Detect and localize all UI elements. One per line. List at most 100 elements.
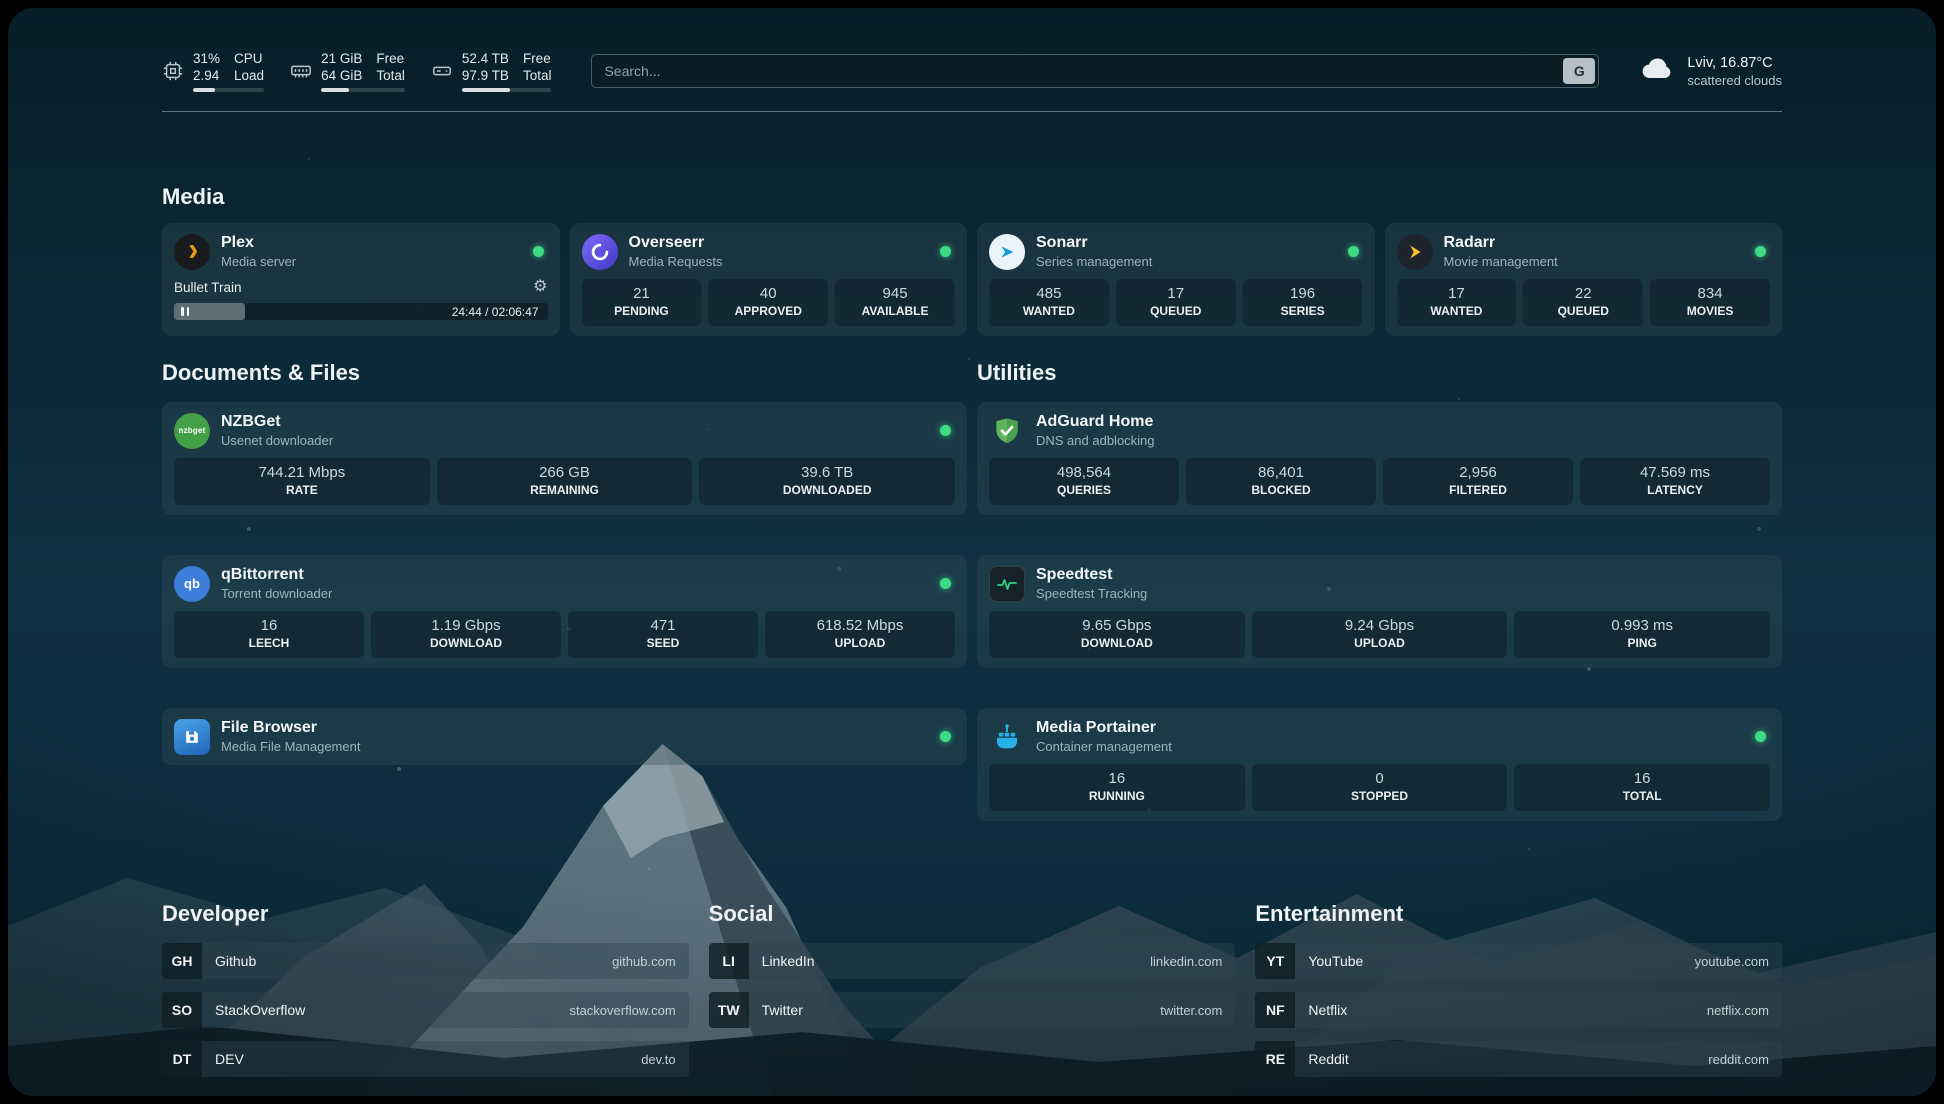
bookmark-domain: twitter.com	[1160, 1003, 1235, 1018]
bookmark-abbr: DT	[162, 1041, 202, 1077]
stat-downloaded: 39.6 TB DOWNLOADED	[699, 458, 955, 505]
stat-pending: 21 PENDING	[582, 279, 702, 326]
pause-icon[interactable]	[181, 307, 184, 316]
cpu-load: 2.94	[193, 67, 220, 84]
bookmark-abbr: RE	[1255, 1041, 1295, 1077]
bookmark-name: Github	[202, 953, 612, 969]
disk-label-2: Total	[523, 67, 552, 84]
card-speedtest[interactable]: Speedtest Speedtest Tracking 9.65 Gbps D…	[977, 555, 1782, 668]
bookmark-name: YouTube	[1295, 953, 1694, 969]
stat-download: 1.19 Gbps DOWNLOAD	[371, 611, 561, 658]
card-nzbget[interactable]: nzbget NZBGet Usenet downloader 744.21 M…	[162, 402, 967, 515]
card-plex[interactable]: Plex Media server Bullet Train ⚙ 24:44 /…	[162, 223, 560, 336]
bookmark-domain: linkedin.com	[1150, 954, 1235, 969]
bookmark-twitter[interactable]: TW Twitter twitter.com	[709, 992, 1236, 1028]
status-dot	[940, 731, 951, 742]
bookmark-dev[interactable]: DT DEV dev.to	[162, 1041, 689, 1077]
resource-widgets: 31% CPU 2.94 Load 21 GiB	[162, 50, 551, 92]
stat-stopped: 0 STOPPED	[1252, 764, 1508, 811]
bookmark-github[interactable]: GH Github github.com	[162, 943, 689, 979]
card-subtitle: Movie management	[1444, 254, 1745, 270]
disk-free: 52.4 TB	[462, 50, 509, 67]
card-subtitle: Torrent downloader	[221, 586, 929, 602]
utilities-column: Utilities AdGuard Home DNS and adblockin…	[977, 360, 1782, 821]
bookmark-stackoverflow[interactable]: SO StackOverflow stackoverflow.com	[162, 992, 689, 1028]
bookmark-domain: dev.to	[641, 1052, 688, 1067]
bookmark-name: DEV	[202, 1051, 641, 1067]
card-qbittorrent[interactable]: qb qBittorrent Torrent downloader 16 LEE…	[162, 555, 967, 668]
header-divider	[162, 111, 1782, 112]
adguard-icon	[989, 413, 1025, 449]
stat-blocked: 86,401 BLOCKED	[1186, 458, 1376, 505]
memory-usage-bar	[321, 88, 405, 92]
gear-icon[interactable]: ⚙	[533, 279, 547, 295]
card-title: Radarr	[1444, 233, 1745, 253]
bookmark-group-entertainment: Entertainment YT YouTube youtube.com NF …	[1255, 901, 1782, 1077]
card-overseerr[interactable]: Overseerr Media Requests 21 PENDING 40 A…	[570, 223, 968, 336]
card-title: Media Portainer	[1036, 718, 1744, 738]
card-subtitle: Media server	[221, 254, 522, 270]
stat-running: 16 RUNNING	[989, 764, 1245, 811]
bookmark-domain: stackoverflow.com	[569, 1003, 688, 1018]
media-cards-row: Plex Media server Bullet Train ⚙ 24:44 /…	[162, 223, 1782, 336]
status-dot	[940, 578, 951, 589]
stat-upload: 618.52 Mbps UPLOAD	[765, 611, 955, 658]
card-title: AdGuard Home	[1036, 412, 1770, 432]
bookmark-abbr: SO	[162, 992, 202, 1028]
playback-progress-bar[interactable]: 24:44 / 02:06:47	[174, 303, 548, 320]
card-subtitle: Media File Management	[221, 739, 929, 755]
card-subtitle: DNS and adblocking	[1036, 433, 1770, 449]
stat-upload: 9.24 Gbps UPLOAD	[1252, 611, 1508, 658]
card-radarr[interactable]: Radarr Movie management 17 WANTED 22 QUE…	[1385, 223, 1783, 336]
stat-total: 16 TOTAL	[1514, 764, 1770, 811]
card-adguard[interactable]: AdGuard Home DNS and adblocking 498,564 …	[977, 402, 1782, 515]
stat-approved: 40 APPROVED	[708, 279, 828, 326]
stat-filtered: 2,956 FILTERED	[1383, 458, 1573, 505]
bookmark-netflix[interactable]: NF Netflix netflix.com	[1255, 992, 1782, 1028]
search-provider-button[interactable]: G	[1563, 58, 1595, 84]
stat-movies: 834 MOVIES	[1650, 279, 1770, 326]
status-dot	[940, 246, 951, 257]
card-sonarr[interactable]: Sonarr Series management 485 WANTED 17 Q…	[977, 223, 1375, 336]
card-title: Plex	[221, 233, 522, 253]
memory-label-1: Free	[376, 50, 405, 67]
bookmark-domain: netflix.com	[1707, 1003, 1782, 1018]
card-subtitle: Speedtest Tracking	[1036, 586, 1770, 602]
cloud-icon	[1639, 51, 1675, 92]
speedtest-icon	[989, 566, 1025, 602]
status-dot	[1755, 731, 1766, 742]
stat-latency: 47.569 ms LATENCY	[1580, 458, 1770, 505]
bookmark-domain: reddit.com	[1708, 1052, 1782, 1067]
search-bar: G	[591, 54, 1599, 88]
bookmark-linkedin[interactable]: LI LinkedIn linkedin.com	[709, 943, 1236, 979]
weather-location: Lviv, 16.87°C	[1687, 55, 1782, 71]
card-subtitle: Media Requests	[629, 254, 930, 270]
bookmark-group-developer: Developer GH Github github.com SO StackO…	[162, 901, 689, 1077]
sonarr-icon	[989, 234, 1025, 270]
bookmark-reddit[interactable]: RE Reddit reddit.com	[1255, 1041, 1782, 1077]
section-title-media: Media	[162, 184, 1782, 210]
search-input[interactable]	[591, 54, 1599, 88]
stat-remaining: 266 GB REMAINING	[437, 458, 693, 505]
bookmark-abbr: TW	[709, 992, 749, 1028]
bookmark-abbr: LI	[709, 943, 749, 979]
memory-total: 64 GiB	[321, 67, 362, 84]
now-playing-title: Bullet Train	[174, 280, 533, 295]
stat-seed: 471 SEED	[568, 611, 758, 658]
section-title-documents: Documents & Files	[162, 360, 967, 386]
weather-condition: scattered clouds	[1687, 73, 1782, 88]
card-subtitle: Usenet downloader	[221, 433, 929, 449]
status-dot	[1348, 246, 1359, 257]
cpu-widget: 31% CPU 2.94 Load	[162, 50, 264, 92]
nzbget-icon: nzbget	[174, 413, 210, 449]
radarr-icon	[1397, 234, 1433, 270]
card-filebrowser[interactable]: File Browser Media File Management	[162, 708, 967, 765]
card-portainer[interactable]: Media Portainer Container management 16 …	[977, 708, 1782, 821]
snow-particles	[8, 8, 10, 10]
cpu-percent: 31%	[193, 50, 220, 67]
stat-leech: 16 LEECH	[174, 611, 364, 658]
cpu-label-2: Load	[234, 67, 264, 84]
bookmark-name: Twitter	[749, 1002, 1161, 1018]
cpu-icon	[162, 60, 184, 82]
bookmark-youtube[interactable]: YT YouTube youtube.com	[1255, 943, 1782, 979]
